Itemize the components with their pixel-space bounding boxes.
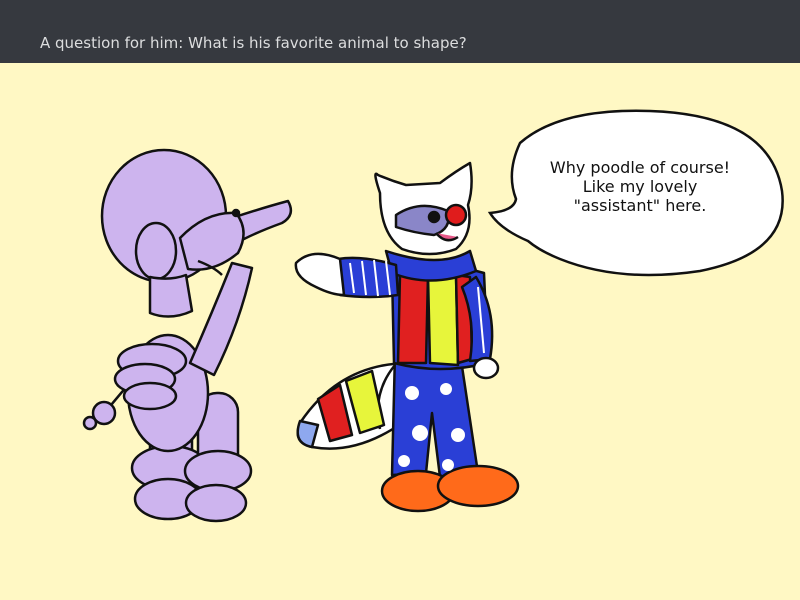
header-bar: A question for him: What is his favorite… [0, 0, 800, 63]
speech-line-3: "assistant" here. [573, 196, 707, 215]
balloon-poodle [82, 148, 293, 523]
speech-bubble-text: Why poodle of course! Like my lovely "as… [522, 158, 758, 215]
speech-line-1: Why poodle of course! [549, 158, 731, 177]
speech-line-2: Like my lovely [582, 177, 698, 196]
question-title: A question for him: What is his favorite… [40, 34, 467, 52]
comic-scene: Why poodle of course! Like my lovely "as… [0, 63, 800, 600]
comic-illustration [82, 109, 784, 523]
